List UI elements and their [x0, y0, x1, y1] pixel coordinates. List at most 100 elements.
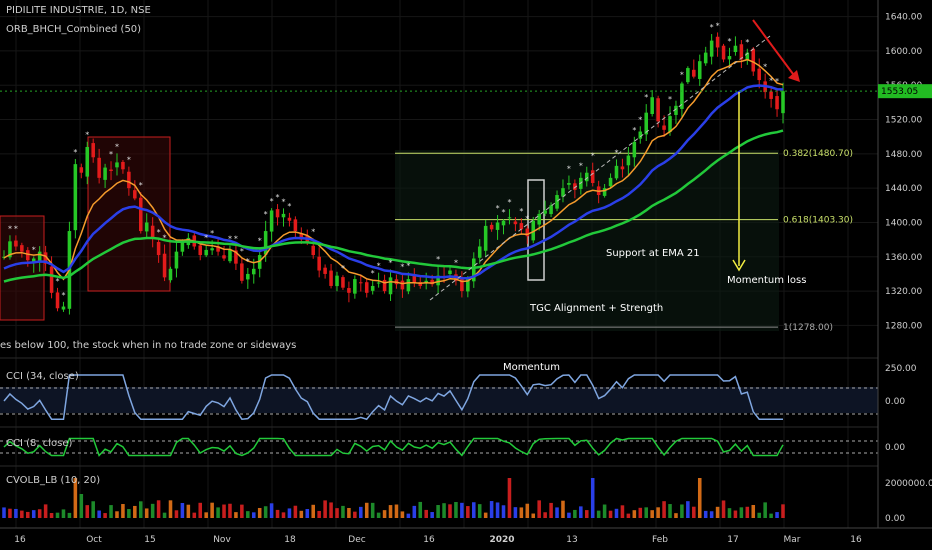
candle-body [204, 249, 208, 256]
volume-bar [472, 502, 476, 518]
candle-body [222, 255, 226, 259]
candle-body [329, 270, 333, 286]
candle-body [91, 143, 95, 158]
signal-star: * [204, 234, 208, 243]
candle-body [460, 278, 464, 292]
candle-body [61, 306, 66, 310]
volume-bar [234, 512, 238, 518]
volume-bar [757, 512, 761, 518]
volume-bar [91, 501, 95, 518]
candle-body [656, 98, 660, 122]
signal-star: * [591, 152, 595, 161]
candle-body [246, 273, 250, 280]
signal-star: * [377, 262, 381, 271]
candle-body [162, 253, 167, 278]
volume-bar [269, 503, 274, 518]
volume-bar [495, 502, 500, 518]
candle-body [590, 170, 595, 184]
x-tick-label: 18 [284, 535, 296, 545]
candle-body [555, 195, 559, 209]
volume-bar [364, 502, 369, 518]
x-tick-label: 16 [423, 535, 435, 545]
candle-body [269, 210, 274, 232]
volume-panel [2, 478, 785, 518]
volume-bar [703, 510, 708, 518]
signal-star: * [567, 165, 571, 174]
volume-bar [210, 502, 214, 518]
y-tick-label: 0.00 [885, 514, 905, 524]
candle-body [400, 280, 405, 290]
volume-bar [216, 507, 220, 518]
x-tick-label: Oct [86, 535, 102, 545]
signal-star: * [371, 269, 375, 278]
volume-bar [715, 506, 720, 518]
volume-bar [519, 507, 524, 518]
candle-body [406, 279, 411, 292]
signal-star: * [644, 93, 648, 102]
y-tick-label: 1480.00 [885, 150, 922, 160]
volume-bar [567, 512, 571, 518]
signal-star: * [157, 228, 161, 237]
signal-star: * [745, 38, 749, 47]
candle-body [733, 45, 738, 53]
volume-bar [37, 509, 42, 518]
candle-body [614, 165, 619, 179]
volume-bar [2, 507, 6, 518]
volume-bar [263, 506, 268, 518]
volume-bar [555, 507, 559, 518]
volume-bar [739, 507, 744, 518]
time-axis: 16 Oct 15 Nov 18 Dec 16 2020 13 Feb 17 Mar 16 [0, 527, 932, 545]
volume-bar [353, 511, 357, 518]
candle-body [751, 48, 756, 72]
candle-body [495, 222, 500, 230]
volume-bar [299, 510, 304, 518]
signal-star: * [763, 63, 767, 72]
volume-bar [335, 508, 339, 518]
candle-body [721, 45, 726, 60]
candle-body [489, 224, 494, 230]
candle-body [317, 256, 321, 271]
volume-bar [329, 502, 333, 518]
candle-body [483, 225, 488, 251]
signal-star: * [507, 198, 511, 207]
volume-bar [251, 512, 256, 518]
candle-body [79, 167, 84, 173]
candle-body [251, 268, 256, 275]
volume-bar [602, 504, 607, 518]
signal-star: * [281, 197, 285, 206]
signal-star: * [270, 197, 274, 206]
volume-bar [162, 512, 167, 518]
candle-body [537, 213, 541, 225]
volume-bar [347, 507, 351, 518]
candle-body [353, 279, 357, 294]
volume-bar [228, 503, 232, 518]
volume-bar [192, 512, 197, 518]
momentum-note: Momentum [503, 362, 560, 373]
volume-bar [692, 506, 696, 518]
volume-bar [281, 512, 286, 518]
volume-bar [240, 504, 244, 518]
candle-body [513, 221, 518, 225]
volume-bar [632, 510, 637, 518]
candle-body [287, 217, 292, 221]
signal-star: * [716, 21, 720, 30]
candle-body [662, 125, 666, 130]
volume-bar [477, 504, 482, 518]
candle-body [20, 245, 24, 252]
candle-body [727, 56, 732, 60]
candle-body [168, 268, 173, 281]
candle-body [567, 183, 571, 185]
volume-bar [769, 513, 773, 518]
volume-label: CVOLB_LB (10, 20) [6, 475, 101, 486]
volume-bar [596, 510, 601, 518]
volume-bar [513, 507, 518, 518]
signal-star: * [246, 257, 250, 266]
volume-bar [733, 510, 738, 518]
signal-star: * [668, 95, 672, 104]
candle-body [121, 161, 125, 170]
signal-star: * [139, 181, 143, 190]
candle-body [632, 141, 637, 158]
candle-body [26, 250, 30, 261]
volume-bar [359, 506, 363, 518]
signal-star: * [632, 126, 636, 135]
